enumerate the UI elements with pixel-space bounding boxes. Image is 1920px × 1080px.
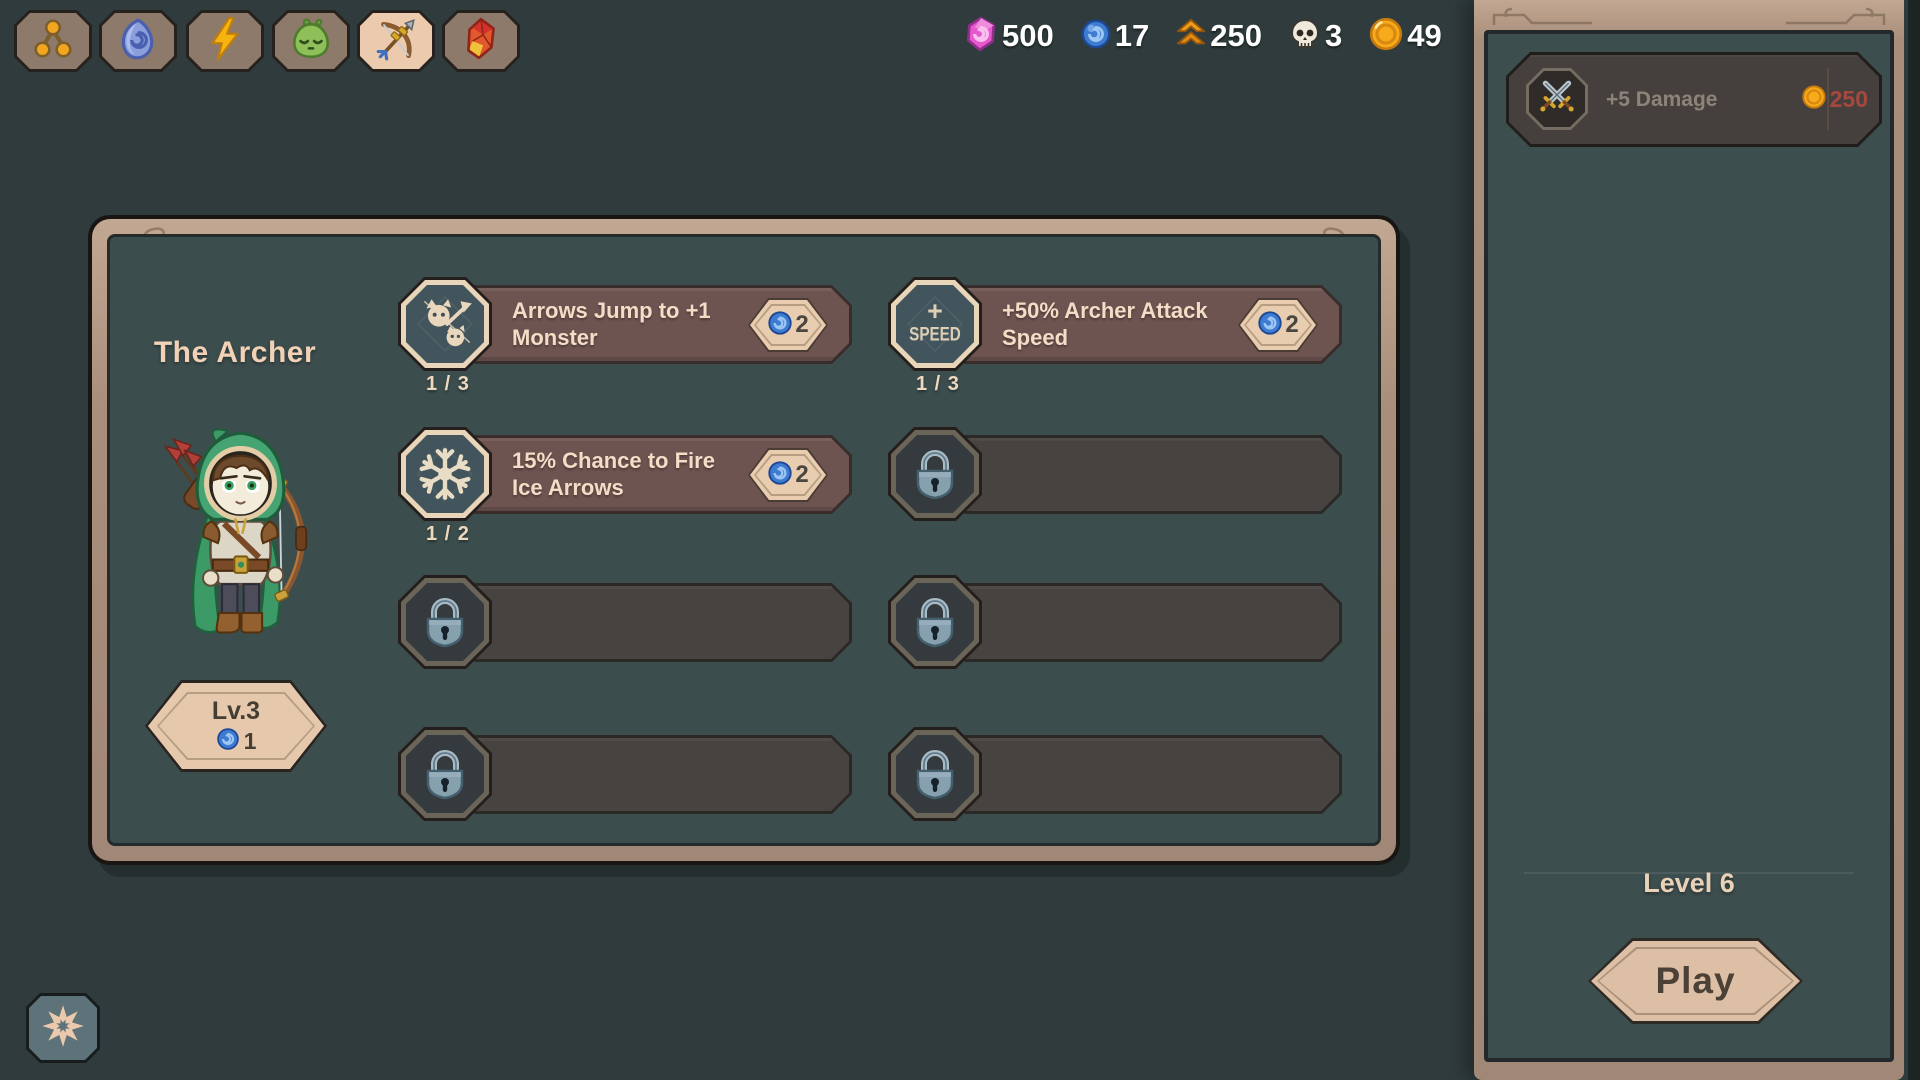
nav-slime-button[interactable] <box>272 10 350 72</box>
upgrade-progress: 1 / 3 <box>426 373 470 396</box>
gold-coin-icon <box>1368 16 1404 57</box>
nav-lightning-button[interactable] <box>186 10 264 72</box>
lock-icon <box>398 727 492 821</box>
archer-character-art <box>148 420 333 660</box>
blue-orb-icon <box>216 727 240 756</box>
play-button-label: Play <box>1655 960 1735 1002</box>
slime-icon <box>288 16 334 67</box>
upgrade-slot-locked <box>888 427 1348 557</box>
blue-orb-icon <box>1257 310 1283 341</box>
pink-gem-icon <box>963 16 999 57</box>
currency-bar: 500 17 250 3 49 <box>963 13 1442 59</box>
orb-count: 17 <box>1115 18 1149 54</box>
hero-name: The Archer <box>120 336 350 370</box>
lock-icon <box>888 575 982 669</box>
pre-battle-panel: +5 Damage 250 <box>1474 0 1904 1080</box>
pink-gem-count: 500 <box>1002 18 1054 54</box>
upgrade-cost: 2 <box>795 461 808 489</box>
shop-item-cost: 250 <box>1801 52 1868 147</box>
hero-portrait <box>148 420 333 660</box>
coin-count: 49 <box>1407 18 1441 54</box>
hero-level-label: Lv.3 <box>212 697 260 726</box>
blue-orb-icon <box>767 310 793 341</box>
currency-orbs: 17 <box>1080 18 1149 55</box>
currency-upgrade-points: 250 <box>1175 18 1262 55</box>
upgrade-slot-locked <box>398 575 858 705</box>
currency-pink-gems: 500 <box>963 16 1054 57</box>
nav-archer-button[interactable] <box>357 10 435 72</box>
upgrade-cost: 2 <box>795 311 808 339</box>
upgrade-slot-ice-arrows[interactable]: 15% Chance to FireIce Arrows 2 1 / 2 <box>398 427 858 557</box>
star-menu-button[interactable] <box>26 993 100 1063</box>
nav-skill-tree-button[interactable] <box>14 10 92 72</box>
upgrade-title: 15% Chance to Fire <box>512 448 764 474</box>
game-screen: 500 17 250 3 49 <box>0 0 1920 1080</box>
frame-ornament <box>1492 5 1642 27</box>
lock-icon <box>888 727 982 821</box>
attack-speed-icon: +SPEED <box>888 277 982 371</box>
lock-icon <box>398 575 492 669</box>
gem-icon <box>458 16 504 67</box>
skill-tree-icon <box>30 16 76 67</box>
lock-icon <box>888 427 982 521</box>
upgrade-title: +50% Archer Attack Speed <box>1002 298 1254 351</box>
play-button[interactable]: Play <box>1588 938 1803 1024</box>
upgrade-slot-locked <box>398 727 858 857</box>
upgrade-progress: 1 / 3 <box>916 373 960 396</box>
chevron-up-icon <box>1175 18 1207 55</box>
skull-count: 3 <box>1325 18 1342 54</box>
side-panel-interior: +5 Damage 250 <box>1484 30 1894 1062</box>
bow-icon <box>373 16 419 67</box>
currency-coins: 49 <box>1368 16 1441 57</box>
blue-orb-icon <box>1080 18 1112 55</box>
upgrade-slot-attack-speed[interactable]: +50% Archer Attack Speed 2 +SPEED 1 / 3 <box>888 277 1348 407</box>
nav-gem-button[interactable] <box>442 10 520 72</box>
next-level-label: Level 6 <box>1478 868 1900 899</box>
gold-coin-icon <box>1801 84 1827 115</box>
upgrade-slot-locked <box>888 575 1348 705</box>
upgrade-slot-locked <box>888 727 1348 857</box>
upgrade-progress: 1 / 2 <box>426 523 470 546</box>
upgrade-slot-jump-arrows[interactable]: Arrows Jump to +1 Monster 2 1 / 3 <box>398 277 858 407</box>
side-panel-frame: +5 Damage 250 <box>1474 0 1904 1080</box>
shop-item-label: +5 Damage <box>1606 52 1717 147</box>
jump-arrows-icon <box>398 277 492 371</box>
scrollbar-gutter[interactable] <box>1908 0 1920 1080</box>
shop-item-damage[interactable]: +5 Damage 250 <box>1506 52 1882 147</box>
lightning-icon <box>202 16 248 67</box>
hero-level-badge: Lv.3 1 <box>145 680 327 772</box>
frame-ornament <box>1736 5 1886 27</box>
upgrade-cost: 2 <box>1285 311 1298 339</box>
nav-rune-button[interactable] <box>99 10 177 72</box>
currency-skulls: 3 <box>1288 17 1342 56</box>
star-icon <box>40 1003 86 1054</box>
crossed-swords-icon <box>1526 68 1588 130</box>
rune-icon <box>115 16 161 67</box>
upgrade-point-count: 250 <box>1210 18 1262 54</box>
snowflake-icon <box>398 427 492 521</box>
skull-icon <box>1288 17 1322 56</box>
blue-orb-icon <box>767 460 793 491</box>
upgrade-title: Arrows Jump to +1 Monster <box>512 298 764 351</box>
shop-item-cost-value: 250 <box>1830 86 1868 113</box>
hero-skill-points: 1 <box>244 728 257 755</box>
